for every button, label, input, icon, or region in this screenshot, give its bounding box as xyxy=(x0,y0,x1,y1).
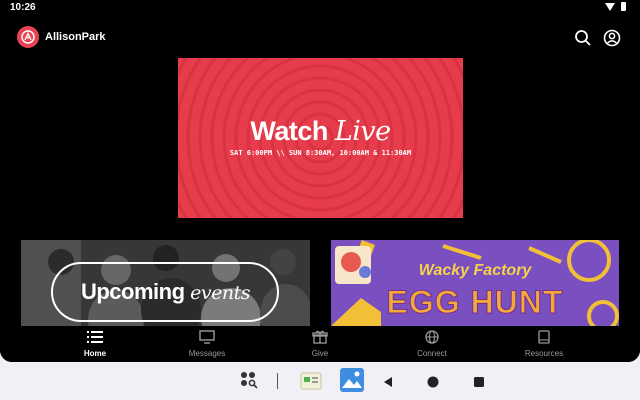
hero-title: Watch Live xyxy=(178,116,463,147)
app-thumbnail-icon[interactable] xyxy=(300,371,322,396)
taskbar-divider xyxy=(277,373,278,389)
events-title: Upcoming events xyxy=(21,279,310,305)
events-title-accent: events xyxy=(190,282,251,304)
photos-app-icon[interactable] xyxy=(340,368,364,397)
egg-hunt-title: EGG HUNT xyxy=(386,284,564,321)
home-icon[interactable] xyxy=(427,375,439,393)
egg-hunt-subtitle: Wacky Factory xyxy=(418,262,532,279)
bottom-navigation: Home Messages Give Connect Resources xyxy=(0,326,640,362)
nav-resources-label: Resources xyxy=(524,349,564,358)
book-icon xyxy=(538,330,550,344)
app-screen: 10:26 AllisonPark Watch Live SAT 6:00PM … xyxy=(0,0,640,362)
hero-title-accent: Live xyxy=(334,116,391,147)
hero-schedule: SAT 6:00PM \\ SUN 8:30AM, 10:00AM & 11:3… xyxy=(229,149,412,157)
nav-home-label: Home xyxy=(83,349,107,358)
status-bar: 10:26 xyxy=(0,0,640,16)
nav-resources[interactable]: Resources xyxy=(504,330,584,358)
nav-messages-label: Messages xyxy=(188,349,226,358)
wifi-icon xyxy=(605,2,615,11)
nav-connect-label: Connect xyxy=(417,349,447,358)
hero-title-main: Watch xyxy=(250,116,328,146)
battery-icon xyxy=(621,2,626,11)
gift-icon xyxy=(312,330,328,344)
back-icon[interactable] xyxy=(382,375,394,393)
app-drawer-icon[interactable] xyxy=(240,371,260,396)
watch-live-banner[interactable]: Watch Live SAT 6:00PM \\ SUN 8:30AM, 10:… xyxy=(178,58,463,218)
nav-messages[interactable]: Messages xyxy=(167,330,247,358)
system-navigation-bar xyxy=(0,362,640,400)
app-logo-icon xyxy=(17,26,39,48)
monitor-icon xyxy=(199,330,215,344)
status-time: 10:26 xyxy=(10,2,36,13)
nav-give[interactable]: Give xyxy=(280,330,360,358)
app-bar: AllisonPark xyxy=(0,22,640,54)
events-title-main: Upcoming xyxy=(80,279,185,304)
upcoming-events-card[interactable]: Upcoming events xyxy=(21,240,310,326)
globe-icon xyxy=(425,330,439,344)
list-icon xyxy=(87,331,103,343)
nav-give-label: Give xyxy=(311,349,329,358)
search-icon[interactable] xyxy=(573,28,593,48)
recents-icon[interactable] xyxy=(473,375,485,393)
status-icons xyxy=(605,2,626,11)
nav-connect[interactable]: Connect xyxy=(392,330,472,358)
account-icon[interactable] xyxy=(602,28,622,48)
app-name: AllisonPark xyxy=(45,31,106,43)
egg-hunt-card[interactable]: Wacky Factory EGG HUNT xyxy=(331,240,619,326)
nav-home[interactable]: Home xyxy=(55,330,135,358)
